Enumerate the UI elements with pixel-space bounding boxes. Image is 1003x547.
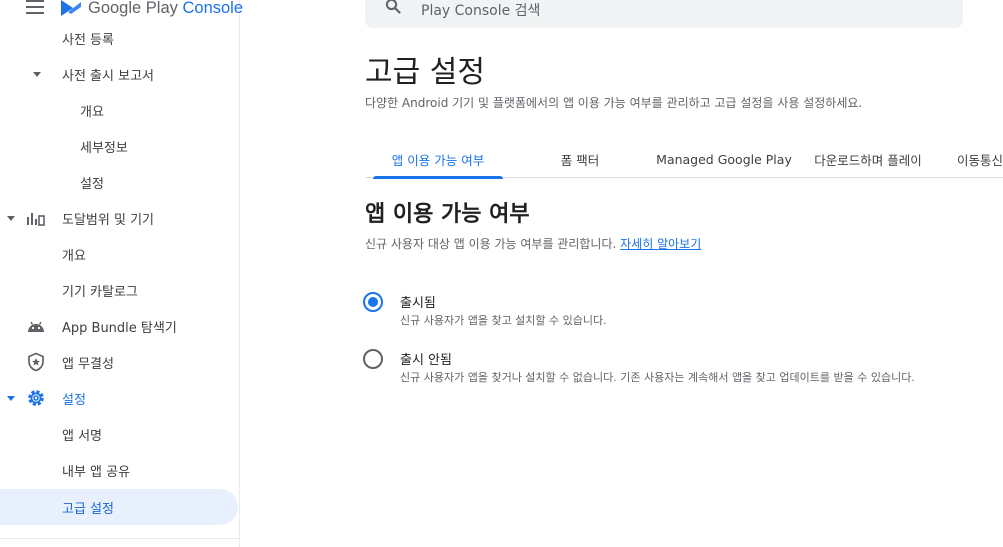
option-label: 출시됨 <box>400 296 436 311</box>
chevron-down-icon[interactable] <box>7 216 15 221</box>
sidebar-item-label: 설정 <box>80 176 104 192</box>
sidebar: Google Play Console 사전 등록 사전 출시 보고서 개요 세… <box>0 0 243 547</box>
sidebar-item-device-catalog[interactable]: 기기 카탈로그 <box>0 272 238 308</box>
sidebar-item-settings[interactable]: 설정 <box>0 380 238 416</box>
sidebar-item-label: 사전 등록 <box>62 33 114 48</box>
search-input[interactable]: Play Console 검색 <box>421 0 540 20</box>
sidebar-item-reach-and-devices[interactable]: 도달범위 및 기기 <box>0 200 238 236</box>
gear-icon <box>28 390 44 406</box>
radio-unpublished[interactable] <box>363 349 383 369</box>
sidebar-item-label: 세부정보 <box>80 140 128 156</box>
tab-managed-google-play[interactable]: Managed Google Play <box>655 140 793 178</box>
sidebar-item-label: 앱 무결성 <box>62 356 114 372</box>
sidebar-divider <box>0 538 240 539</box>
learn-more-link[interactable]: 자세히 알아보기 <box>620 237 701 251</box>
sidebar-item-label: 설정 <box>62 392 86 408</box>
chevron-down-icon[interactable] <box>33 72 41 77</box>
sidebar-item-advanced-settings[interactable]: 고급 설정 <box>0 489 238 525</box>
app-title: Google Play Console <box>88 0 244 17</box>
android-icon <box>28 321 44 332</box>
sidebar-item-label: App Bundle 탐색기 <box>62 320 177 336</box>
chevron-down-icon[interactable] <box>7 396 15 401</box>
tab-mobile-carrier[interactable]: 이동통신 <box>957 140 1003 178</box>
sidebar-item-app-integrity[interactable]: 앱 무결성 <box>0 344 238 380</box>
sidebar-item-pre-launch-report[interactable]: 사전 출시 보고서 <box>0 56 238 92</box>
menu-icon[interactable] <box>26 0 44 14</box>
option-label: 출시 안됨 <box>400 353 452 368</box>
option-description: 신규 사용자가 앱을 찾고 설치할 수 있습니다. <box>400 314 607 327</box>
section-title: 앱 이용 가능 여부 <box>365 202 530 227</box>
sidebar-item-label: 개요 <box>62 248 86 264</box>
tab-play-as-you-download[interactable]: 다운로드하며 플레이 <box>808 140 928 178</box>
sidebar-item-label: 고급 설정 <box>62 501 114 517</box>
tab-form-factors[interactable]: 폼 팩터 <box>540 140 620 178</box>
page-description: 다양한 Android 기기 및 플랫폼에서의 앱 이용 가능 여부를 관리하고… <box>365 96 863 110</box>
sidebar-item-reach-overview[interactable]: 개요 <box>0 236 238 272</box>
bar-chart-icon <box>27 213 45 226</box>
sidebar-item-pre-registration[interactable]: 사전 등록 <box>0 20 238 56</box>
shield-star-icon <box>28 352 44 372</box>
sidebar-item-app-signing[interactable]: 앱 서명 <box>0 416 238 452</box>
sidebar-item-pre-launch-settings[interactable]: 설정 <box>0 164 238 200</box>
app-logo[interactable]: Google Play Console <box>60 0 243 18</box>
section-description-text: 신규 사용자 대상 앱 이용 가능 여부를 관리합니다. <box>365 237 617 251</box>
sidebar-item-label: 개요 <box>80 104 104 120</box>
sidebar-item-pre-launch-details[interactable]: 세부정보 <box>0 128 238 164</box>
search-bar[interactable]: Play Console 검색 <box>365 0 963 28</box>
option-description: 신규 사용자가 앱을 찾거나 설치할 수 없습니다. 기존 사용자는 계속해서 … <box>400 371 915 384</box>
tab-app-availability[interactable]: 앱 이용 가능 여부 <box>373 140 503 179</box>
section-description: 신규 사용자 대상 앱 이용 가능 여부를 관리합니다. 자세히 알아보기 <box>365 235 701 252</box>
play-console-logo-icon <box>61 0 81 16</box>
radio-published[interactable] <box>363 292 383 312</box>
sidebar-item-label: 앱 서명 <box>62 428 103 444</box>
sidebar-item-label: 도달범위 및 기기 <box>62 212 154 228</box>
page-title: 고급 설정 <box>365 55 485 90</box>
sidebar-item-internal-app-sharing[interactable]: 내부 앱 공유 <box>0 452 238 488</box>
sidebar-item-label: 내부 앱 공유 <box>62 464 131 480</box>
tab-bar: 앱 이용 가능 여부 폼 팩터 Managed Google Play 다운로드… <box>365 140 1003 179</box>
sidebar-item-label: 기기 카탈로그 <box>62 284 138 300</box>
sidebar-item-app-bundle-explorer[interactable]: App Bundle 탐색기 <box>0 308 238 344</box>
sidebar-item-pre-launch-overview[interactable]: 개요 <box>0 92 238 128</box>
search-icon <box>385 0 401 14</box>
sidebar-item-label: 사전 출시 보고서 <box>62 68 154 84</box>
